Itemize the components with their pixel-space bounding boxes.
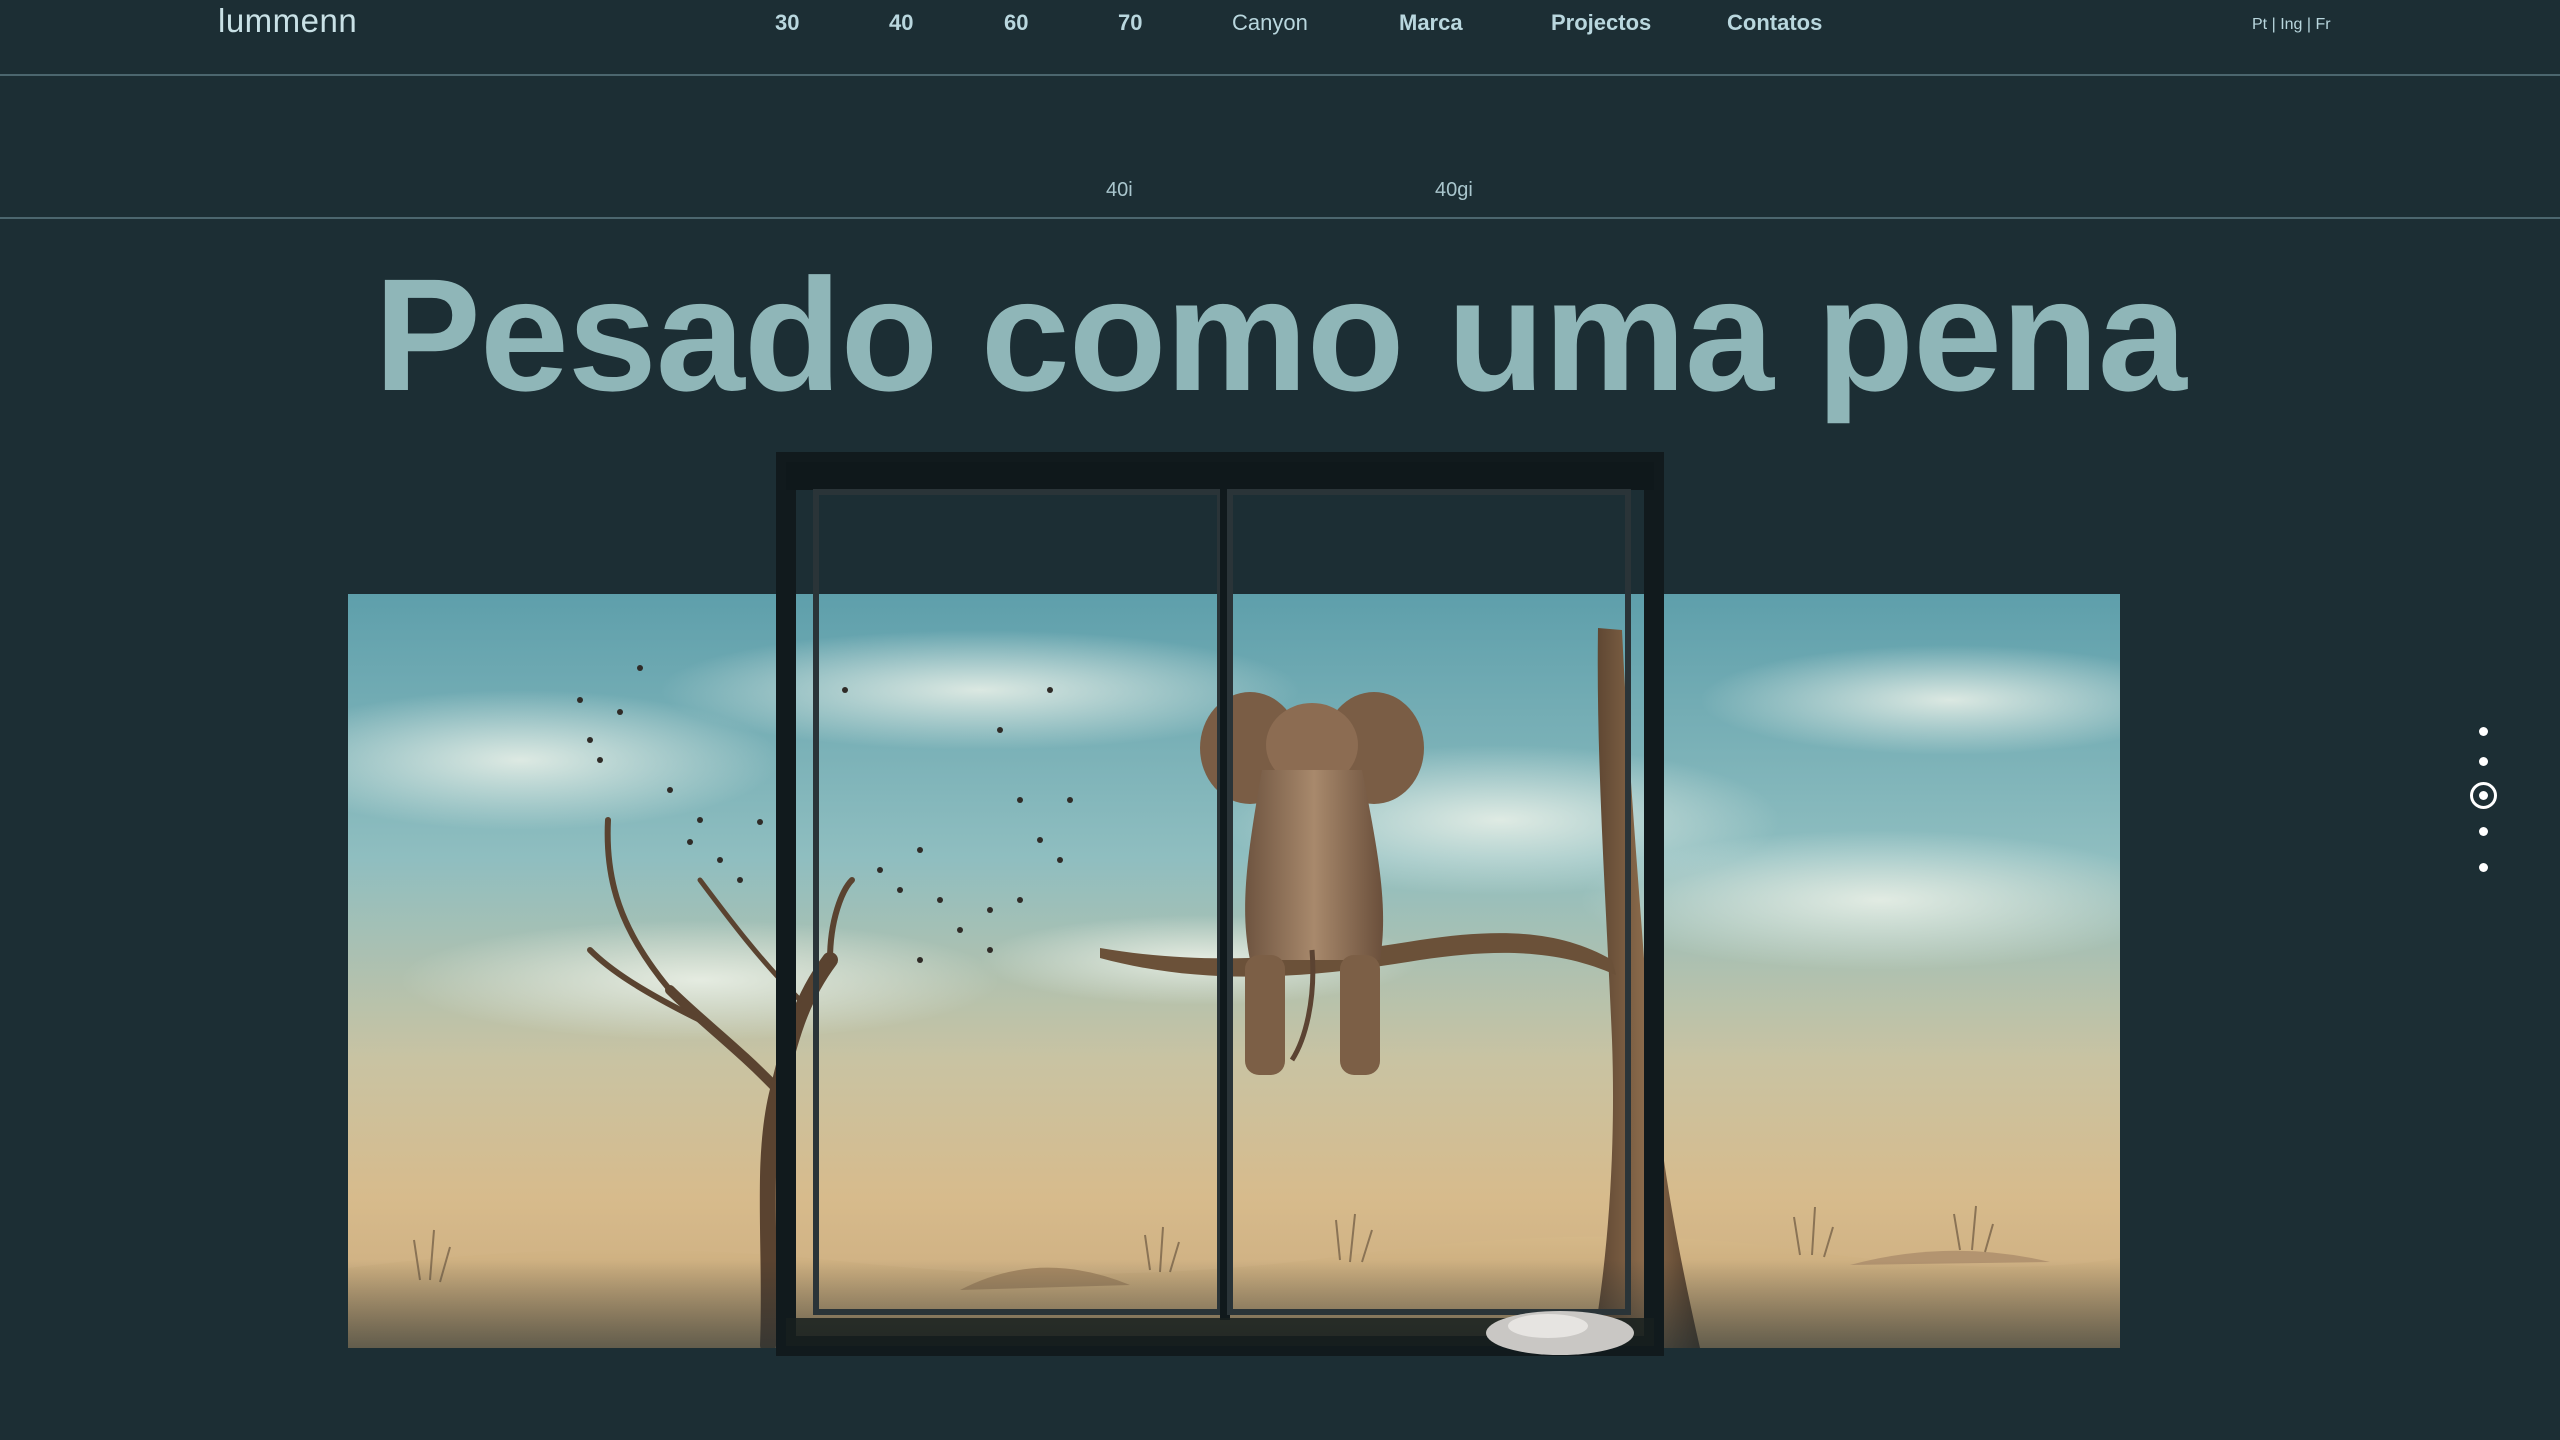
stone [1486,1311,1634,1355]
desert-scene [348,594,2120,1348]
nav-item-contatos[interactable]: Contatos [1727,10,1822,36]
nav-item-canyon[interactable]: Canyon [1232,10,1308,36]
slider-dot[interactable] [2479,757,2488,766]
language-switcher: Pt | Ing | Fr [2252,16,2331,34]
slider-dot[interactable] [2479,727,2488,736]
window-frame [776,452,1664,1356]
tree-branch [1100,933,1616,977]
nav-item-projectos[interactable]: Projectos [1551,10,1651,36]
lang-pt[interactable]: Pt [2252,16,2267,33]
lang-ing[interactable]: Ing [2280,16,2302,33]
nav-item-30[interactable]: 30 [775,10,799,36]
nav-item-70[interactable]: 70 [1118,10,1142,36]
brand-logo[interactable]: lummenn [218,2,357,40]
slider-dot-active[interactable] [2470,782,2497,809]
bird-flock [577,665,1073,963]
subnav-item-40gi[interactable]: 40gi [1435,179,1473,202]
lang-separator: | [2271,16,2276,33]
slider-dot[interactable] [2479,827,2488,836]
tree-trunk [1592,628,1700,1348]
hero-headline: Pesado como uma pena [374,245,2187,424]
nav-item-marca[interactable]: Marca [1399,10,1463,36]
nav-item-40[interactable]: 40 [889,10,913,36]
page: lummenn 30 40 60 70 Canyon Marca Project… [0,0,2560,1440]
sub-navigation: 40i 40gi [0,76,2560,219]
dead-tree [587,817,855,1348]
subnav-item-40i[interactable]: 40i [1106,179,1133,202]
lang-separator: | [2306,16,2312,33]
nav-item-60[interactable]: 60 [1004,10,1028,36]
lang-fr[interactable]: Fr [2316,16,2331,33]
top-navigation: lummenn 30 40 60 70 Canyon Marca Project… [0,0,2560,76]
elephant [1200,692,1424,1075]
slider-dot[interactable] [2479,863,2488,872]
